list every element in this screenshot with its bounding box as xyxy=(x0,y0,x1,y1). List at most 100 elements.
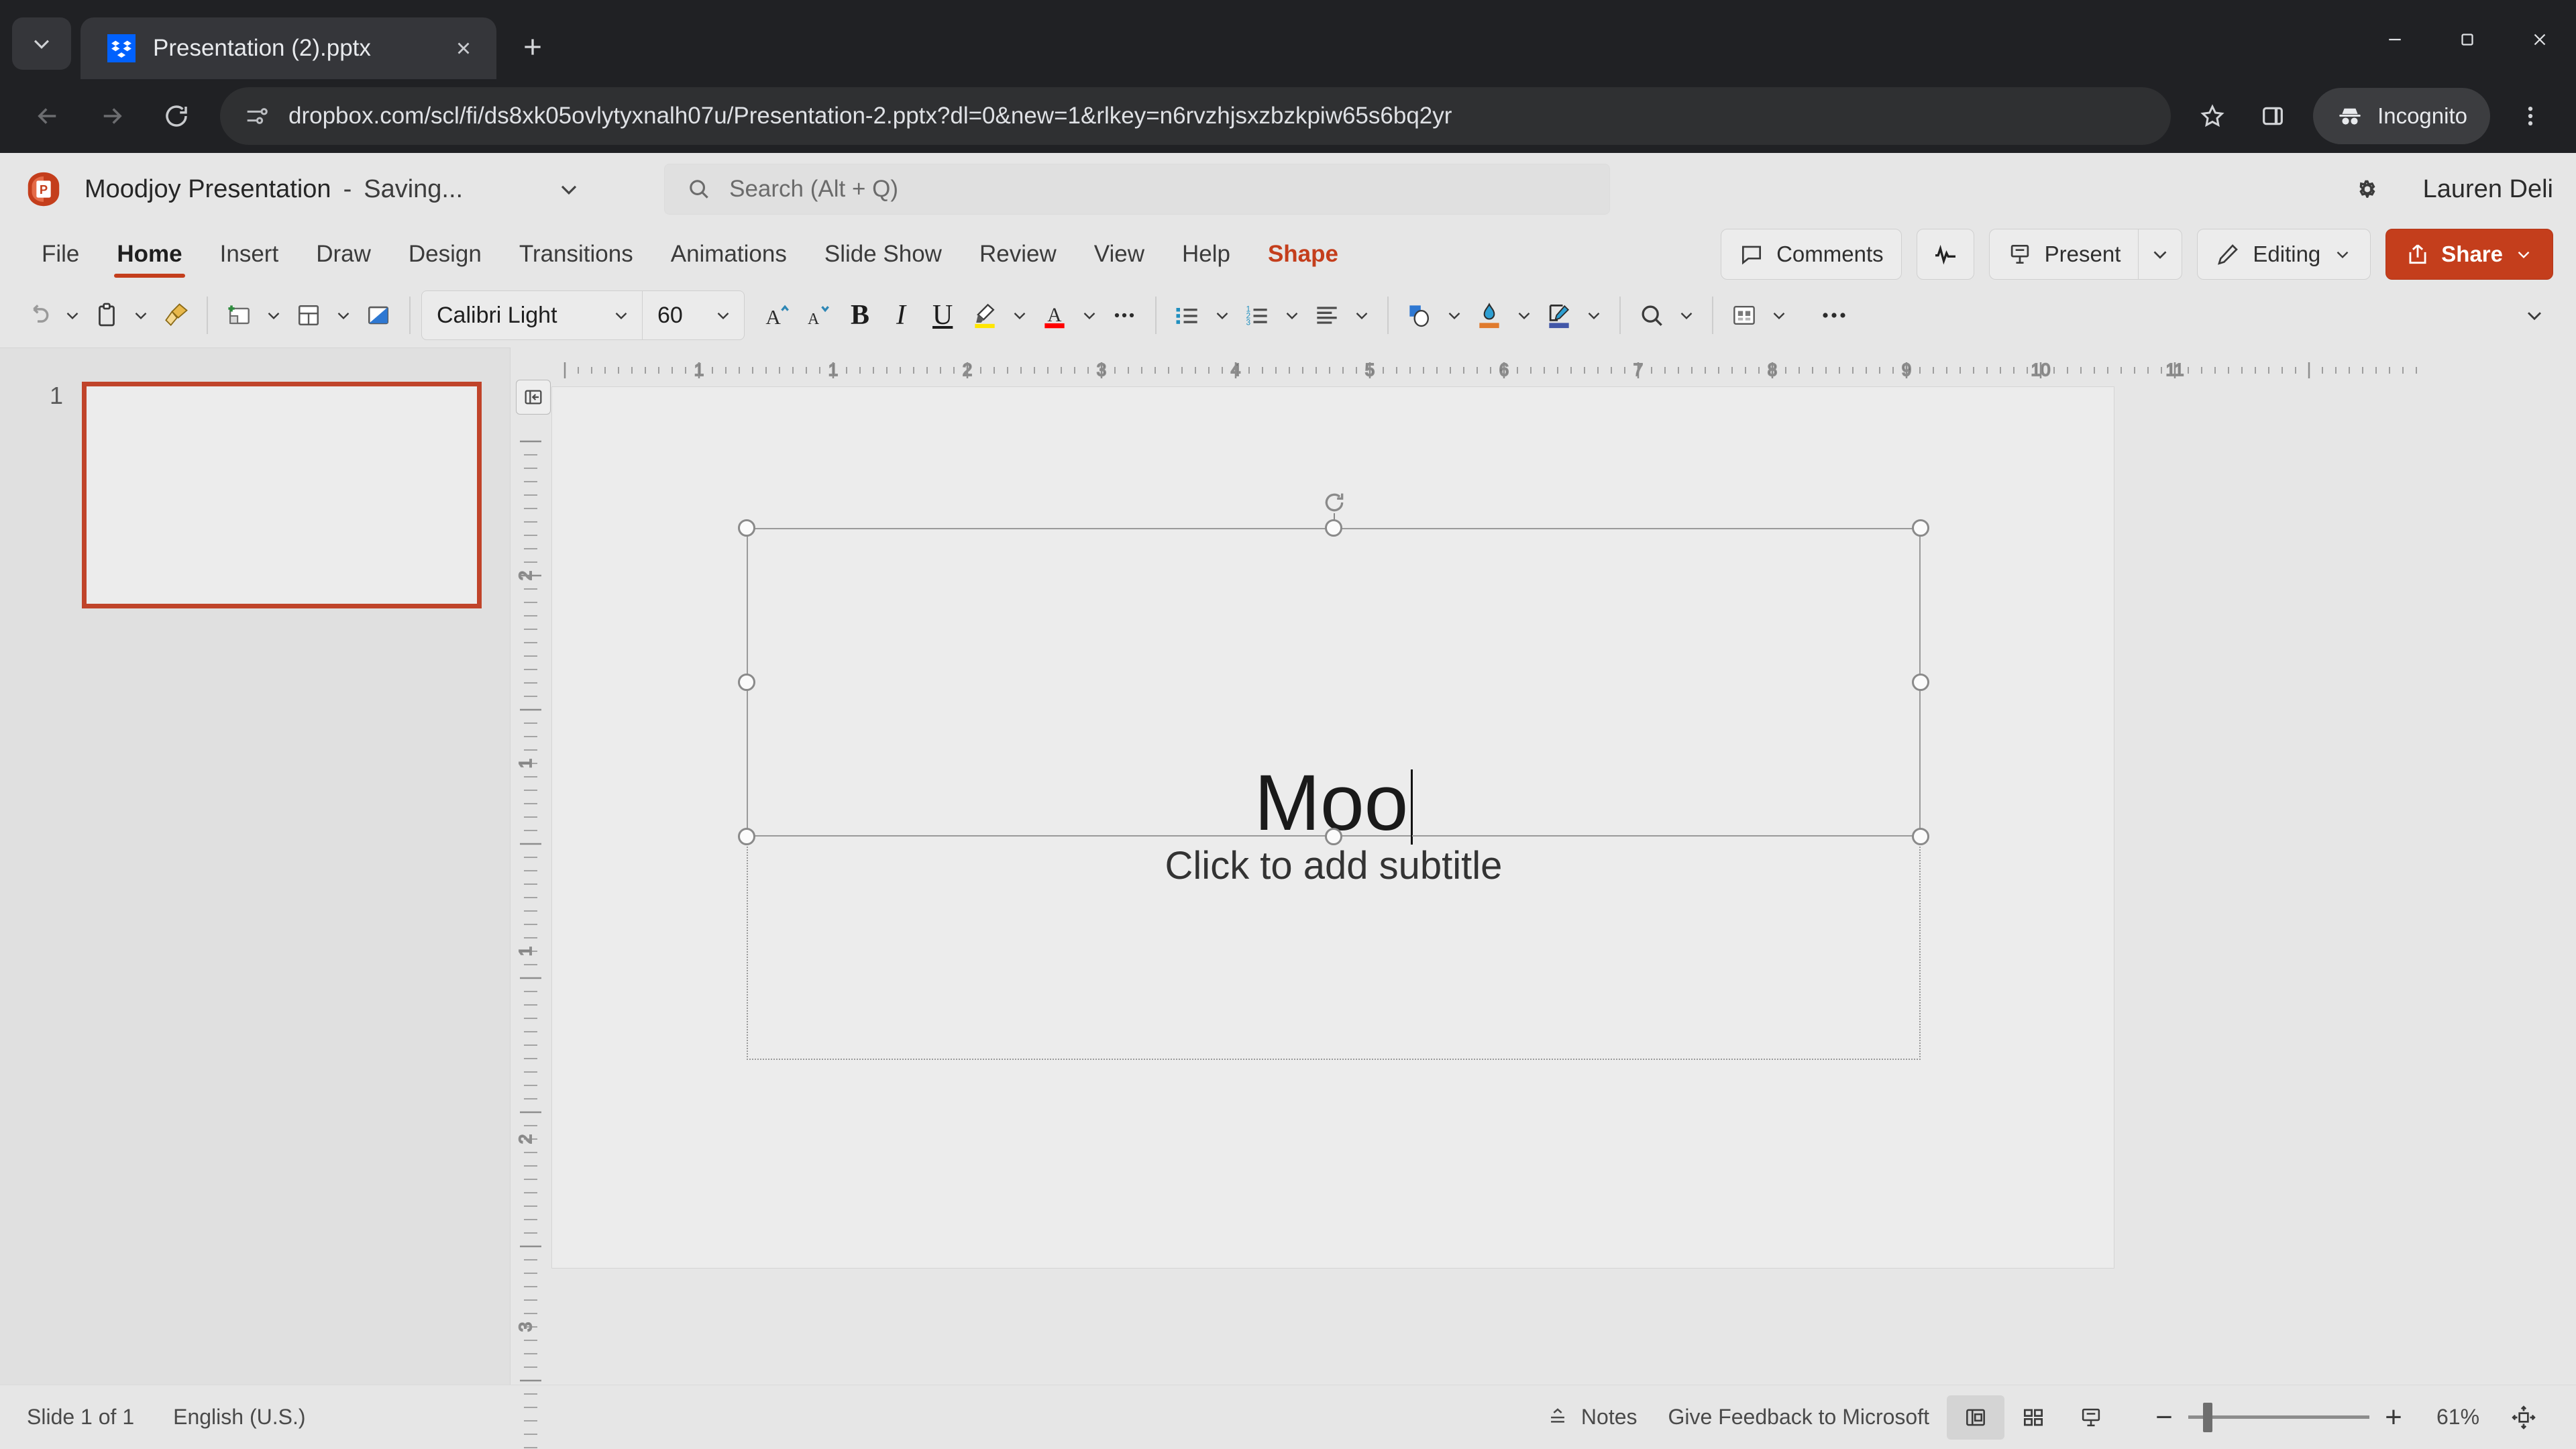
paste-button[interactable] xyxy=(87,291,126,339)
undo-dropdown[interactable] xyxy=(58,291,87,339)
resize-handle-middle-right[interactable] xyxy=(1912,674,1929,691)
find-dropdown[interactable] xyxy=(1672,291,1701,339)
slide-canvas[interactable]: Moo Click to add subtitle xyxy=(551,386,2114,1269)
align-text-button[interactable] xyxy=(1307,291,1347,339)
close-window-button[interactable] xyxy=(2504,0,2576,79)
tab-review[interactable]: Review xyxy=(961,225,1075,283)
new-tab-button[interactable] xyxy=(510,24,555,70)
designer-button[interactable] xyxy=(1724,291,1764,339)
share-button[interactable]: Share xyxy=(2385,229,2553,280)
side-panel-button[interactable] xyxy=(2245,88,2301,144)
new-slide-dropdown[interactable] xyxy=(259,291,288,339)
new-slide-button[interactable] xyxy=(219,291,259,339)
back-button[interactable] xyxy=(17,86,78,146)
tab-search-button[interactable] xyxy=(12,17,71,70)
tab-home[interactable]: Home xyxy=(98,225,201,283)
slide-layout-dropdown[interactable] xyxy=(329,291,358,339)
zoom-slider[interactable] xyxy=(2188,1395,2369,1440)
tab-design[interactable]: Design xyxy=(390,225,500,283)
format-painter-button[interactable] xyxy=(156,291,196,339)
activity-button[interactable] xyxy=(1916,229,1974,280)
italic-button[interactable]: I xyxy=(881,291,920,339)
notes-button[interactable]: Notes xyxy=(1533,1395,1651,1440)
resize-handle-top-center[interactable] xyxy=(1325,519,1342,537)
tab-insert[interactable]: Insert xyxy=(201,225,298,283)
subtitle-placeholder-box[interactable]: Click to add subtitle xyxy=(747,835,1921,1060)
zoom-out-button[interactable]: − xyxy=(2140,1395,2188,1440)
comments-button[interactable]: Comments xyxy=(1721,229,1902,280)
resize-handle-top-right[interactable] xyxy=(1912,519,1929,537)
tab-draw[interactable]: Draw xyxy=(297,225,390,283)
page-settings-icon[interactable] xyxy=(243,103,270,129)
tab-slide-show[interactable]: Slide Show xyxy=(806,225,961,283)
resize-handle-bottom-right[interactable] xyxy=(1912,828,1929,845)
tab-close-button[interactable] xyxy=(445,30,482,66)
bookmark-button[interactable] xyxy=(2184,88,2241,144)
zoom-percentage-label[interactable]: 61% xyxy=(2418,1405,2498,1430)
maximize-window-button[interactable] xyxy=(2431,0,2504,79)
text-highlight-button[interactable] xyxy=(965,291,1005,339)
normal-view-button[interactable] xyxy=(1947,1395,2004,1440)
title-placeholder-box[interactable]: Moo xyxy=(747,528,1921,845)
app-search-box[interactable]: Search (Alt + Q) xyxy=(664,164,1611,215)
present-dropdown-button[interactable] xyxy=(2138,229,2183,280)
resize-handle-middle-left[interactable] xyxy=(738,674,755,691)
shape-outline-dropdown[interactable] xyxy=(1579,291,1609,339)
more-commands-button[interactable] xyxy=(1813,291,1856,339)
underline-button[interactable]: U xyxy=(920,291,965,339)
language-label[interactable]: English (U.S.) xyxy=(173,1405,305,1430)
undo-button[interactable] xyxy=(17,291,58,339)
grow-font-button[interactable]: A xyxy=(758,291,798,339)
editing-mode-button[interactable]: Editing xyxy=(2197,229,2371,280)
tab-help[interactable]: Help xyxy=(1163,225,1249,283)
tab-transitions[interactable]: Transitions xyxy=(500,225,652,283)
slide-sorter-view-button[interactable] xyxy=(2004,1395,2062,1440)
incognito-indicator[interactable]: Incognito xyxy=(2313,88,2490,144)
shape-fill-dropdown[interactable] xyxy=(1509,291,1539,339)
feedback-button[interactable]: Give Feedback to Microsoft xyxy=(1651,1395,1947,1440)
slide-layout-button[interactable] xyxy=(288,291,329,339)
font-size-select[interactable]: 60 xyxy=(643,290,745,340)
rotate-handle[interactable] xyxy=(1321,489,1348,516)
slide-count-label[interactable]: Slide 1 of 1 xyxy=(27,1405,134,1430)
collapse-ribbon-button[interactable] xyxy=(2510,291,2559,339)
minimize-window-button[interactable] xyxy=(2359,0,2431,79)
numbered-list-button[interactable]: 1 2 3 xyxy=(1237,291,1277,339)
document-title[interactable]: Moodjoy Presentation xyxy=(85,175,331,204)
zoom-slider-thumb[interactable] xyxy=(2203,1402,2212,1432)
tab-shape[interactable]: Shape xyxy=(1249,225,1357,283)
tab-file[interactable]: File xyxy=(23,225,98,283)
shapes-dropdown[interactable] xyxy=(1440,291,1469,339)
paste-dropdown[interactable] xyxy=(126,291,156,339)
thumbnail-slide-1[interactable] xyxy=(82,382,482,608)
zoom-in-button[interactable]: + xyxy=(2369,1395,2418,1440)
collapse-thumbnail-pane-button[interactable] xyxy=(516,380,551,415)
resize-handle-bottom-center[interactable] xyxy=(1325,828,1342,845)
fit-to-window-button[interactable] xyxy=(2498,1395,2549,1440)
bold-button[interactable]: B xyxy=(839,291,881,339)
present-button[interactable]: Present xyxy=(1988,229,2139,280)
reload-button[interactable] xyxy=(146,86,207,146)
font-color-button[interactable]: A xyxy=(1034,291,1075,339)
font-color-dropdown[interactable] xyxy=(1075,291,1104,339)
reading-view-button[interactable] xyxy=(2062,1395,2120,1440)
document-menu-chevron[interactable] xyxy=(543,167,594,211)
bullet-list-button[interactable] xyxy=(1167,291,1208,339)
bullets-dropdown[interactable] xyxy=(1208,291,1237,339)
highlight-dropdown[interactable] xyxy=(1005,291,1034,339)
tab-view[interactable]: View xyxy=(1075,225,1163,283)
font-name-select[interactable]: Calibri Light xyxy=(421,290,643,340)
shapes-button[interactable] xyxy=(1399,291,1440,339)
browser-tab[interactable]: Presentation (2).pptx xyxy=(80,17,496,79)
align-dropdown[interactable] xyxy=(1347,291,1377,339)
shrink-font-button[interactable]: A xyxy=(798,291,839,339)
user-account-name[interactable]: Lauren Deli xyxy=(2423,175,2553,204)
reset-slide-button[interactable] xyxy=(358,291,398,339)
resize-handle-top-left[interactable] xyxy=(738,519,755,537)
more-font-options-button[interactable] xyxy=(1104,291,1144,339)
find-button[interactable] xyxy=(1631,291,1672,339)
designer-dropdown[interactable] xyxy=(1764,291,1794,339)
browser-menu-button[interactable] xyxy=(2502,88,2559,144)
forward-button[interactable] xyxy=(82,86,142,146)
numbering-dropdown[interactable] xyxy=(1277,291,1307,339)
